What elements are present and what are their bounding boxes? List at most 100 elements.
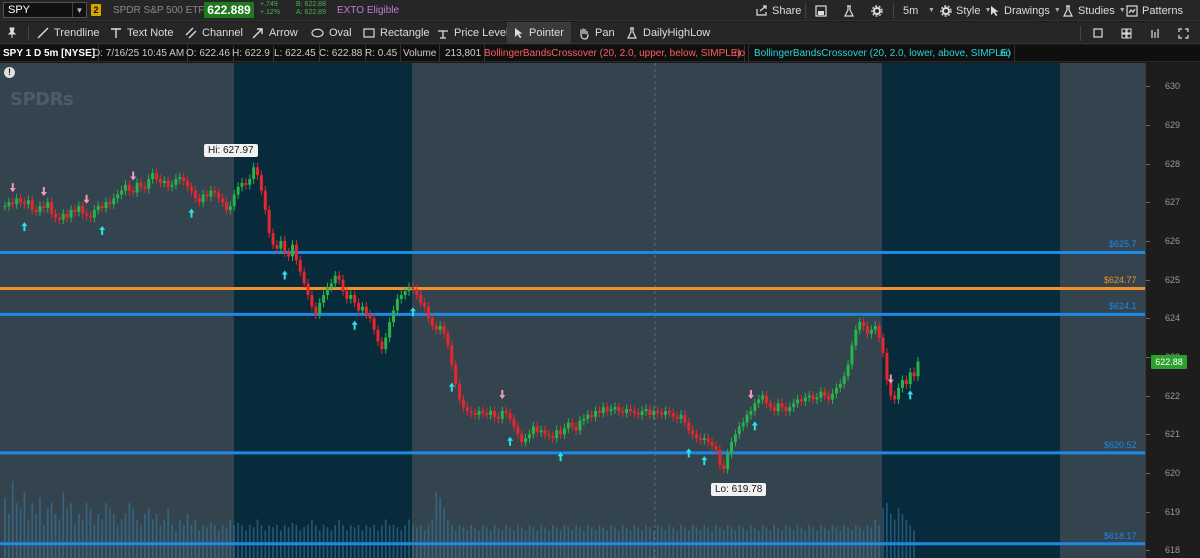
candle-body (349, 295, 353, 299)
volume-bar (610, 525, 612, 558)
volume-bar (855, 525, 857, 558)
volume-bar (443, 508, 445, 558)
timeframe-chevron[interactable]: ▼ (928, 0, 935, 21)
candle-body (722, 465, 726, 470)
candle-body (753, 403, 757, 412)
study1-label[interactable]: BollingerBandsCrossover (20, 2.0, upper,… (481, 45, 745, 62)
candle-body (259, 175, 263, 191)
volume-bar (552, 525, 554, 558)
volume-bar (404, 525, 406, 558)
candle-body (57, 217, 61, 220)
volume-bar (241, 525, 243, 558)
fullscreen-button[interactable] (1178, 22, 1189, 44)
tool-rectangle[interactable]: Rectangle (363, 22, 430, 44)
symbol-text[interactable]: SPY (4, 4, 72, 16)
style-button[interactable]: Style ▼ (940, 0, 991, 21)
volume-bar (586, 525, 589, 558)
tool-text-note[interactable]: Text Note (110, 22, 173, 44)
study2-label[interactable]: BollingerBandsCrossover (20, 2.0, lower,… (751, 45, 1015, 62)
chart-canvas[interactable] (0, 63, 1145, 558)
candle-body (123, 184, 127, 191)
tool-arrow[interactable]: Arrow (252, 22, 298, 44)
candle-body (42, 206, 46, 209)
candle-body (248, 179, 252, 185)
gear-icon (940, 4, 952, 17)
y-axis-tick (1146, 511, 1150, 513)
volume-bar (39, 497, 41, 558)
save-button[interactable] (815, 0, 827, 21)
tool-price-level[interactable]: Price Level (437, 22, 508, 44)
price-chart[interactable]: ! SPDRs Hi: 627.97 Lo: 619.78 $625.7 $624… (0, 63, 1145, 558)
grid-layout-button[interactable] (1121, 22, 1132, 44)
candle-body (458, 383, 462, 400)
tool-label: Trendline (54, 27, 100, 39)
drawing-toolbar: Trendline Text Note Channel Arrow Oval R… (0, 22, 1200, 44)
candle-body (733, 434, 737, 442)
square-button[interactable] (1093, 22, 1103, 44)
candle-body (419, 295, 423, 303)
candle-body (454, 364, 458, 384)
tool-channel[interactable]: Channel (185, 22, 243, 44)
volume-bar (307, 525, 309, 558)
pin-button[interactable] (8, 22, 16, 44)
chart-sync-button[interactable] (1150, 22, 1162, 44)
tool-pointer[interactable]: Pointer (507, 22, 571, 44)
share-button[interactable]: Share (756, 0, 801, 21)
link-badge[interactable]: 2 (91, 4, 101, 16)
patterns-button[interactable]: Patterns (1126, 0, 1183, 21)
tool-label: Rectangle (380, 27, 430, 39)
chevron-down-icon[interactable]: ▼ (72, 3, 86, 17)
tool-pan[interactable]: Pan (578, 22, 615, 44)
volume-bar (120, 519, 123, 558)
candle-body (302, 271, 306, 284)
style-label: Style (956, 4, 981, 17)
volume-bar (878, 525, 880, 558)
volume-bar (691, 525, 694, 558)
candle-body (831, 393, 835, 400)
candle-body (322, 295, 326, 303)
symbol-selector[interactable]: SPY ▼ (3, 2, 87, 18)
tool-daily-high-low[interactable]: DailyHighLow (626, 22, 710, 44)
candle-body (741, 422, 745, 427)
candle-body (854, 329, 858, 346)
candle-body (232, 194, 236, 207)
settings-button[interactable] (871, 0, 883, 21)
tool-trendline[interactable]: Trendline (37, 22, 99, 44)
volume-bar (256, 519, 259, 558)
volume-bar (738, 525, 741, 558)
drawings-button[interactable]: Drawings ▼ (990, 0, 1061, 21)
candle-body (885, 353, 889, 381)
y-axis-tick (1146, 86, 1150, 88)
info-icon[interactable]: ! (4, 67, 15, 78)
volume-bar (97, 514, 100, 558)
volume-bar (237, 522, 239, 558)
volume-bar (105, 503, 107, 558)
candle-body (127, 184, 131, 191)
tool-oval[interactable]: Oval (311, 22, 352, 44)
chart-title: SPY 1 D 5m [NYSE] (0, 45, 100, 62)
flask-button[interactable] (843, 0, 855, 21)
volume-bar (182, 525, 185, 558)
volume-bar (4, 497, 6, 558)
timeframe-selector[interactable]: 5m (903, 0, 918, 21)
candle-body (737, 426, 741, 435)
candle-body (590, 414, 594, 417)
candle-body (287, 252, 291, 257)
info-low: L: 622.45 (271, 45, 320, 62)
candle-body (873, 325, 877, 330)
volume-bar (349, 525, 352, 558)
y-axis-tick (1146, 395, 1150, 397)
price-axis[interactable]: 630629628627626625624623622621620619618 (1145, 63, 1200, 558)
volume-bar (338, 519, 340, 558)
y-axis-tick-label: 620 (1164, 467, 1180, 478)
volume-bar (431, 519, 434, 558)
volume-bar (116, 525, 119, 558)
candle-body (877, 325, 881, 338)
studies-button[interactable]: Studies ▼ (1062, 0, 1126, 21)
volume-bar (8, 514, 10, 558)
candle-body (555, 430, 559, 439)
volume-bar (897, 508, 900, 558)
candle-body (450, 345, 454, 365)
candle-body (807, 395, 811, 398)
volume-bar (89, 508, 92, 558)
